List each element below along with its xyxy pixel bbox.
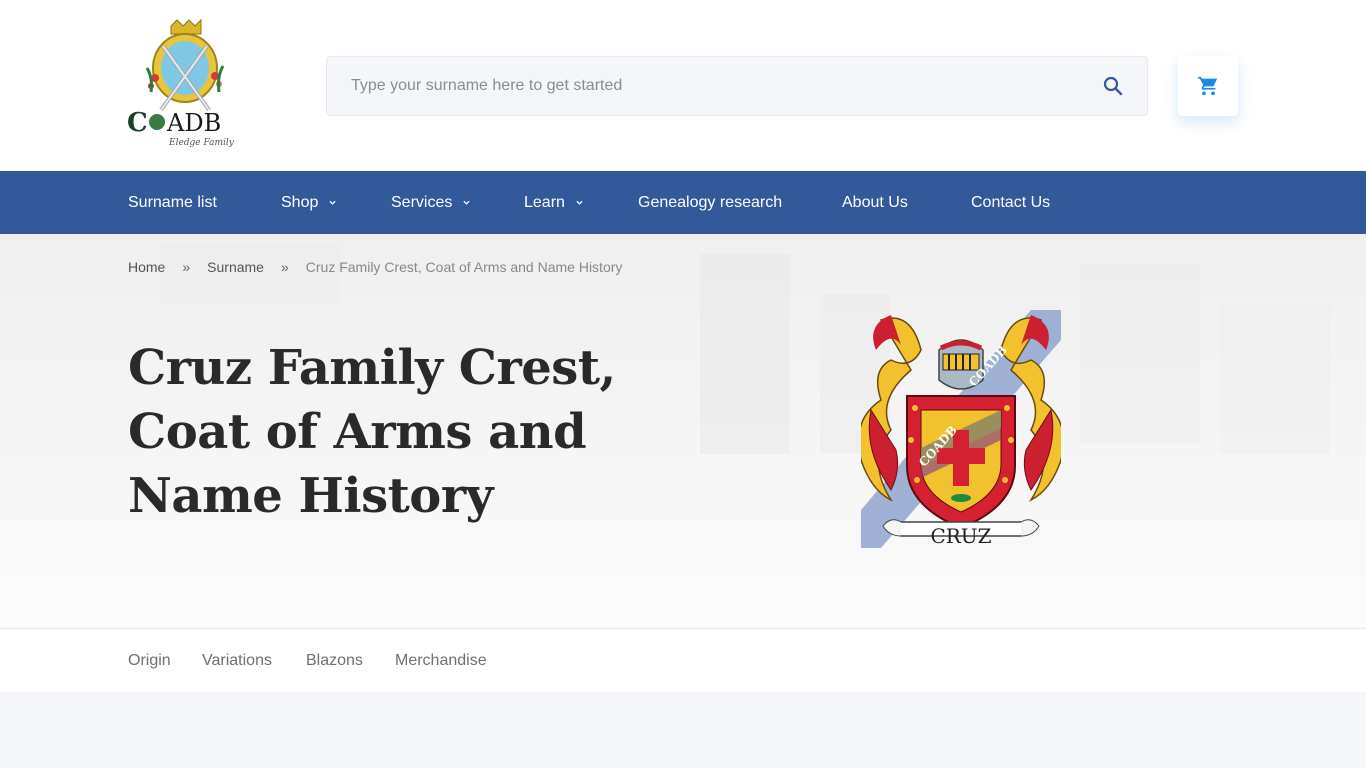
- svg-text:C: C: [127, 108, 148, 138]
- tab-label: Variations: [202, 651, 272, 669]
- surname-search: [326, 56, 1148, 116]
- nav-item-genealogy-research[interactable]: Genealogy research: [638, 171, 782, 234]
- nav-item-label: Contact Us: [971, 193, 1051, 211]
- site-header: C ADB Eledge Family: [0, 0, 1366, 171]
- breadcrumb-surname[interactable]: Surname: [207, 259, 264, 275]
- nav-item-label: About Us: [842, 193, 908, 211]
- coat-of-arms-icon: COADB COADB CRUZ: [857, 310, 1065, 548]
- tab-label: Merchandise: [395, 651, 487, 669]
- search-icon[interactable]: [1101, 74, 1125, 98]
- content-area: [0, 692, 1366, 768]
- crest-surname: CRUZ: [930, 524, 991, 548]
- nav-item-surname-list[interactable]: Surname list: [128, 171, 217, 234]
- tab-label: Origin: [128, 651, 171, 669]
- nav-item-label: Services: [391, 193, 453, 211]
- chevron-down-icon: [463, 200, 471, 205]
- nav-item-label: Surname list: [128, 193, 217, 211]
- tab-origin[interactable]: Origin: [128, 629, 171, 692]
- svg-text:Eledge Family: Eledge Family: [168, 138, 235, 148]
- nav-item-label: Genealogy research: [638, 193, 783, 211]
- chevron-down-icon: [329, 200, 337, 205]
- nav-item-label: Shop: [281, 193, 319, 211]
- nav-item-shop[interactable]: Shop: [281, 171, 337, 234]
- tab-blazons[interactable]: Blazons: [306, 629, 363, 692]
- cart-button[interactable]: [1178, 56, 1238, 116]
- coadb-logo-icon: C ADB Eledge Family: [127, 18, 235, 148]
- breadcrumb-separator: »: [182, 259, 191, 275]
- surname-search-input[interactable]: [327, 57, 1087, 115]
- shopping-cart-icon: [1197, 76, 1218, 96]
- breadcrumb-current: Cruz Family Crest, Coat of Arms and Name…: [305, 259, 623, 275]
- tab-variations[interactable]: Variations: [202, 629, 272, 692]
- chevron-down-icon: [576, 200, 583, 205]
- breadcrumb-home[interactable]: Home: [128, 259, 165, 275]
- breadcrumb-separator: »: [280, 259, 289, 275]
- breadcrumb: Home » Surname » Cruz Family Crest, Coat…: [128, 259, 622, 275]
- nav-item-contact-us[interactable]: Contact Us: [971, 171, 1050, 234]
- nav-item-learn[interactable]: Learn: [524, 171, 584, 234]
- site-logo[interactable]: C ADB Eledge Family: [127, 18, 243, 152]
- section-tabs: Origin Variations Blazons Merchandise: [0, 628, 1366, 692]
- tab-label: Blazons: [306, 651, 363, 669]
- tab-merchandise[interactable]: Merchandise: [395, 629, 487, 692]
- nav-item-about-us[interactable]: About Us: [842, 171, 908, 234]
- svg-text:ADB: ADB: [166, 109, 221, 137]
- nav-item-services[interactable]: Services: [391, 171, 471, 234]
- nav-item-label: Learn: [524, 193, 565, 211]
- hero-section: Home » Surname » Cruz Family Crest, Coat…: [0, 234, 1366, 628]
- main-navigation: Surname list Shop Services Learn Genealo…: [0, 171, 1366, 234]
- page-title: Cruz Family Crest, Coat of Arms and Name…: [128, 340, 616, 524]
- coat-of-arms-image[interactable]: COADB COADB CRUZ: [857, 310, 1065, 548]
